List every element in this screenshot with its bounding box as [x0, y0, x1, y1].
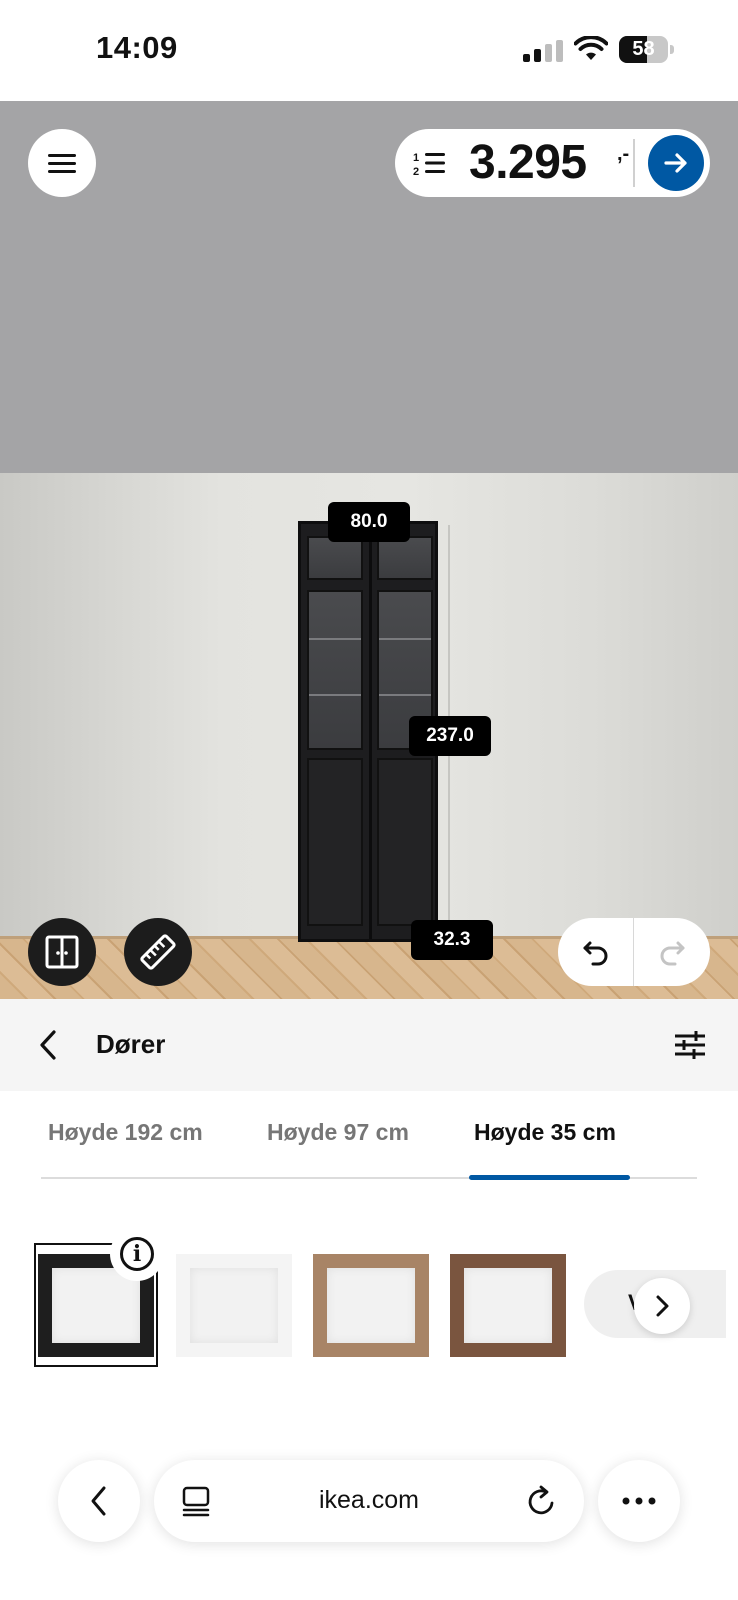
battery-percent: 58 — [632, 38, 655, 60]
ellipsis-icon — [622, 1497, 656, 1505]
redo-icon — [660, 941, 685, 966]
undo-redo-group — [558, 918, 710, 986]
chevron-right-icon — [656, 1295, 669, 1317]
price-suffix: ,- — [617, 143, 630, 165]
url-text: ikea.com — [318, 1486, 420, 1514]
panel-title: Dører — [96, 1029, 166, 1059]
scroll-next-button[interactable] — [634, 1278, 690, 1334]
chevron-left-icon[interactable] — [34, 1027, 64, 1063]
reload-icon[interactable] — [526, 1484, 558, 1518]
svg-text:2: 2 — [413, 166, 419, 177]
numbered-list-icon: 1 2 — [413, 152, 445, 177]
measure-toggle-button[interactable] — [124, 918, 192, 986]
info-icon: i — [120, 1237, 154, 1271]
redo-button[interactable] — [634, 918, 710, 986]
total-price: 3.295 — [469, 136, 587, 189]
cellular-signal-icon — [523, 40, 563, 62]
panel-header: Dører — [0, 999, 738, 1091]
info-button[interactable]: i — [110, 1227, 164, 1281]
height-tabs: Høyde 192 cm Høyde 97 cm Høyde 35 cm — [0, 1091, 738, 1181]
solid-door-panel — [307, 758, 363, 926]
status-time: 14:09 — [96, 30, 178, 65]
depth-dimension-label: 32.3 — [411, 920, 493, 960]
height-dimension-label: 237.0 — [409, 716, 491, 756]
doors-toggle-button[interactable] — [28, 918, 96, 986]
undo-icon — [583, 941, 608, 966]
browser-more-button[interactable] — [598, 1460, 680, 1542]
room-planner-canvas[interactable]: 80.0 237.0 32.3 — [0, 101, 738, 999]
battery-icon: 58 — [619, 36, 674, 63]
proceed-button[interactable] — [648, 135, 704, 191]
arrow-right-icon — [664, 153, 687, 173]
tab-height-35[interactable]: Høyde 35 cm — [474, 1119, 616, 1146]
wifi-icon — [574, 36, 608, 60]
app-root: 14:09 58 80.0 237.0 32.3 1 2 3.295 ,- Dø… — [0, 0, 738, 1600]
tab-height-97[interactable]: Høyde 97 cm — [267, 1119, 409, 1146]
undo-button[interactable] — [558, 918, 634, 986]
chevron-left-icon — [91, 1486, 106, 1516]
price-summary-pill[interactable]: 1 2 3.295 ,- — [395, 129, 710, 197]
address-bar[interactable]: ikea.com — [154, 1460, 584, 1542]
doors-icon — [45, 935, 79, 969]
solid-door-panel — [377, 758, 433, 926]
glass-pane — [307, 536, 363, 580]
hamburger-icon — [48, 149, 76, 178]
door-swatch-white[interactable] — [176, 1254, 292, 1357]
browser-toolbar: ikea.com — [0, 1420, 738, 1600]
glass-pane — [307, 590, 363, 750]
width-dimension-label: 80.0 — [328, 502, 410, 542]
browser-back-button[interactable] — [58, 1460, 140, 1542]
door-swatch-walnut[interactable] — [450, 1254, 566, 1357]
glass-pane — [377, 536, 433, 580]
door-swatch-oak[interactable] — [313, 1254, 429, 1357]
tab-height-192[interactable]: Høyde 192 cm — [48, 1119, 203, 1146]
menu-button[interactable] — [28, 129, 96, 197]
sliders-icon[interactable] — [672, 1027, 708, 1063]
ruler-icon — [140, 934, 176, 970]
status-bar: 14:09 58 — [0, 0, 738, 100]
active-tab-indicator — [469, 1175, 630, 1180]
svg-text:1: 1 — [413, 152, 419, 164]
